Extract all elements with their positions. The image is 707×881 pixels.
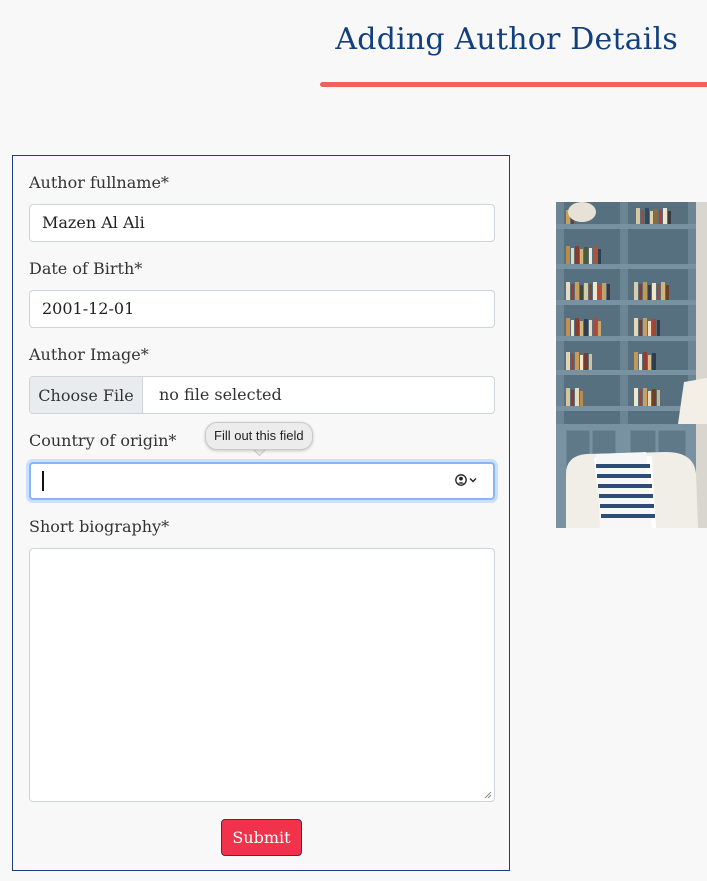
text-caret [42,471,44,491]
validation-tooltip: Fill out this field [205,422,313,450]
chevron-down-icon [469,478,477,483]
page-title: Adding Author Details [335,22,678,57]
choose-file-button[interactable]: Choose File [30,377,143,413]
fullname-input[interactable]: Mazen Al Ali [29,204,495,242]
file-status-text: no file selected [159,385,282,404]
author-image-file-input[interactable]: Choose File no file selected [29,376,495,414]
bookshelf-illustration [556,202,707,528]
resize-grip-icon[interactable] [484,791,492,799]
country-label: Country of origin* [29,431,177,450]
dob-input[interactable]: 2001-12-01 [29,290,495,328]
biography-textarea[interactable] [29,548,495,802]
title-underline [320,82,707,87]
fullname-label: Author fullname* [29,173,169,192]
autofill-contact-icon[interactable] [455,474,477,486]
country-input[interactable] [29,462,495,500]
author-form: Author fullname* Mazen Al Ali Date of Bi… [12,155,510,871]
biography-label: Short biography* [29,517,170,536]
author-image-label: Author Image* [29,345,149,364]
bookshelf-photo [556,202,707,528]
person-circle-icon [455,474,467,486]
dob-label: Date of Birth* [29,259,143,278]
submit-button[interactable]: Submit [221,819,302,856]
